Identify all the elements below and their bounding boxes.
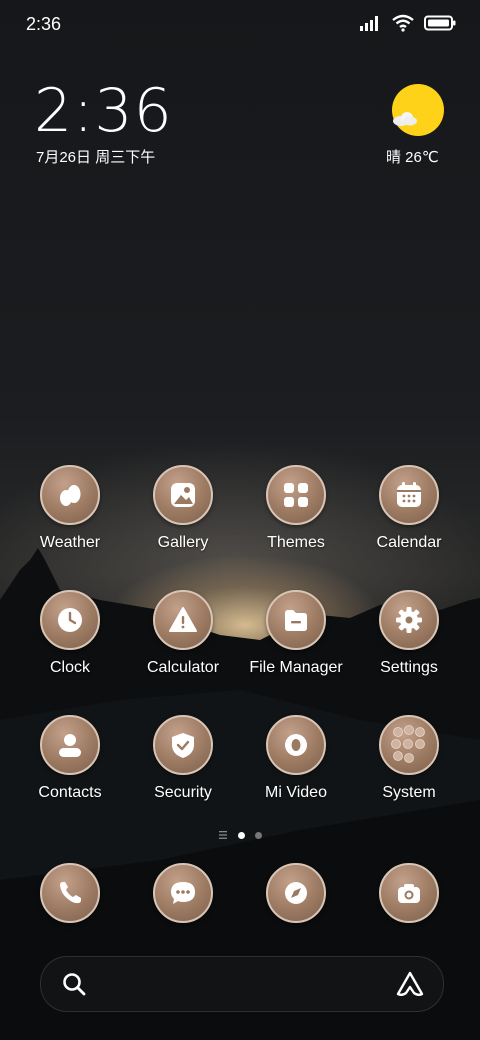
signal-icon	[360, 16, 378, 31]
sunny-weather-icon[interactable]	[392, 84, 444, 136]
app-security[interactable]: Security	[133, 715, 233, 802]
page-indicator[interactable]	[0, 830, 480, 840]
app-label: Mi Video	[265, 784, 327, 801]
app-label: Clock	[49, 659, 90, 676]
cloud-icon	[393, 112, 417, 126]
dock-messages[interactable]	[133, 863, 233, 923]
clock-icon	[58, 608, 82, 632]
app-contacts[interactable]: Contacts	[20, 715, 120, 802]
app-file-manager[interactable]: File Manager	[246, 590, 346, 677]
app-label: Calculator	[146, 659, 220, 676]
battery-icon	[424, 15, 456, 31]
gallery-icon	[171, 483, 195, 507]
app-label: File Manager	[249, 659, 343, 676]
camera-icon	[398, 884, 420, 903]
wifi-icon	[392, 14, 414, 32]
app-label: Weather	[39, 534, 101, 551]
calendar-icon	[397, 482, 421, 507]
weather-icon	[60, 485, 81, 506]
settings-icon	[396, 607, 422, 633]
mi-video-icon	[285, 734, 307, 756]
search-bar[interactable]	[40, 956, 444, 1012]
browser-compass-icon	[285, 882, 307, 904]
clock-widget-time[interactable]: 2:36	[34, 76, 173, 146]
search-icon	[63, 973, 86, 996]
assistant-icon[interactable]	[395, 970, 425, 998]
app-mi-video[interactable]: Mi Video	[246, 715, 346, 802]
file-manager-icon	[285, 610, 307, 631]
app-label: Gallery	[157, 534, 209, 551]
page-dot[interactable]	[255, 831, 262, 839]
app-drawer-list-icon[interactable]	[218, 830, 228, 840]
app-label: Contacts	[38, 784, 102, 801]
app-themes[interactable]: Themes	[246, 465, 346, 552]
app-label: Security	[154, 784, 212, 801]
contacts-icon	[59, 734, 81, 757]
status-time: 2:36	[26, 14, 62, 34]
security-icon	[172, 733, 194, 758]
dock-browser[interactable]	[246, 863, 346, 923]
dock-camera[interactable]	[359, 863, 459, 923]
app-gallery[interactable]: Gallery	[133, 465, 233, 552]
system-folder-icon	[391, 725, 425, 763]
app-label: Themes	[267, 534, 325, 551]
app-calendar[interactable]: Calendar	[359, 465, 459, 552]
calculator-icon	[169, 607, 197, 632]
messages-icon	[171, 882, 195, 904]
status-icons	[360, 14, 456, 32]
app-system-folder[interactable]: System	[359, 715, 459, 802]
page-dot-current	[238, 831, 245, 839]
themes-icon	[284, 483, 308, 507]
weather-widget-text[interactable]: 晴 26℃	[386, 146, 439, 167]
dock-phone[interactable]	[20, 863, 120, 923]
phone-icon	[60, 882, 81, 904]
app-settings[interactable]: Settings	[359, 590, 459, 677]
app-label: System	[382, 784, 436, 801]
app-clock[interactable]: Clock	[20, 590, 120, 677]
app-calculator[interactable]: Calculator	[133, 590, 233, 677]
app-weather[interactable]: Weather	[20, 465, 120, 552]
app-label: Settings	[380, 659, 438, 676]
status-bar: 2:36	[0, 0, 480, 50]
clock-widget-date[interactable]: 7月26日 周三下午	[36, 146, 155, 167]
app-label: Calendar	[376, 534, 442, 551]
